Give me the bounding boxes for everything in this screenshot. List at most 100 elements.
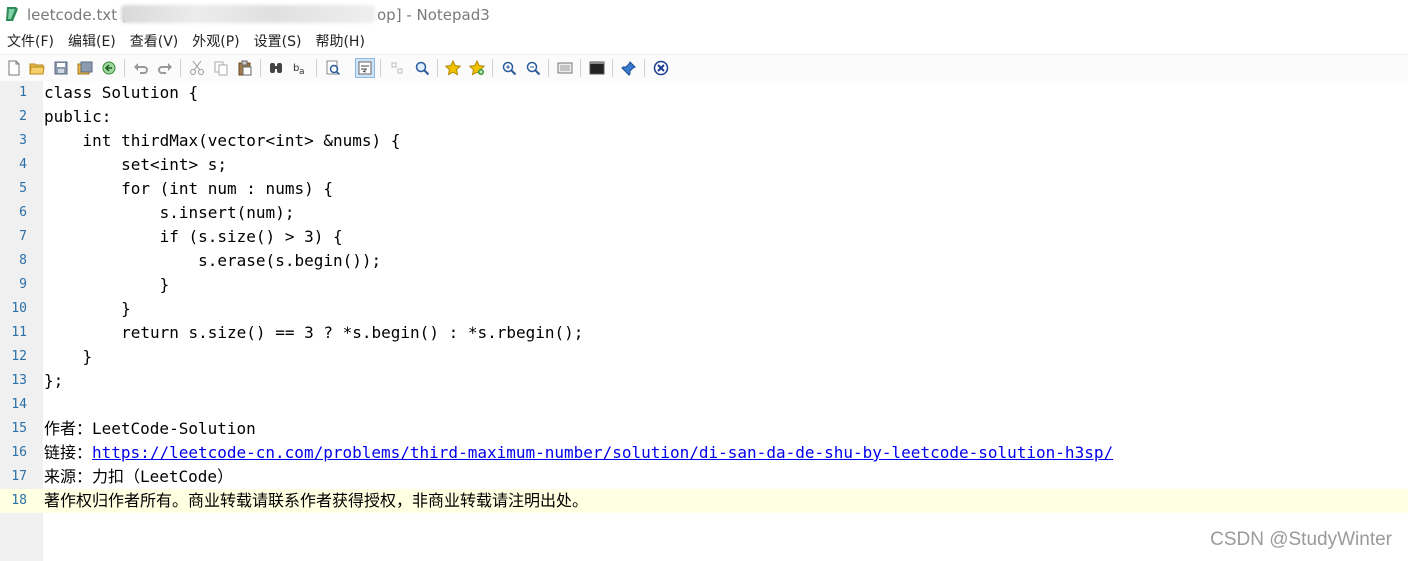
line-text: int thirdMax(vector<int> &nums) { [44, 131, 401, 150]
line-number: 7 [19, 229, 27, 244]
save-icon[interactable] [51, 58, 71, 78]
notepad3-app-icon [6, 7, 18, 21]
zoom-find-icon[interactable] [412, 58, 432, 78]
code-line: 14 [0, 393, 1408, 417]
line-text: s.erase(s.begin()); [44, 251, 382, 270]
line-text: }; [44, 371, 64, 390]
menu-settings[interactable]: 设置(S) [247, 31, 309, 53]
line-text: 来源：力扣（LeetCode） [44, 467, 234, 486]
redo-icon[interactable] [155, 58, 175, 78]
toolbar-separator [437, 59, 438, 77]
line-text: } [44, 347, 93, 366]
window-title-left: leetcode.txt [ [27, 6, 128, 24]
goto-icon[interactable] [323, 58, 343, 78]
line-text: s.insert(num); [44, 203, 295, 222]
save-all-icon[interactable] [75, 58, 95, 78]
menu-help[interactable]: 帮助(H) [308, 31, 371, 53]
revert-icon[interactable] [99, 58, 119, 78]
line-number: 1 [19, 85, 27, 100]
toolbar-separator [492, 59, 493, 77]
line-number: 16 [11, 445, 27, 460]
code-line: 16 链接：https://leetcode-cn.com/problems/t… [0, 441, 1408, 465]
menu-file[interactable]: 文件(F) [0, 31, 61, 53]
code-line: 8 s.erase(s.begin()); [0, 249, 1408, 273]
paste-icon[interactable] [235, 58, 255, 78]
line-text: public: [44, 107, 112, 126]
toolbar: ba [0, 54, 1408, 82]
code-line: 6 s.insert(num); [0, 201, 1408, 225]
window-title-right: op] - Notepad3 [377, 6, 490, 24]
line-number: 4 [19, 157, 27, 172]
line-number: 2 [19, 109, 27, 124]
solution-link[interactable]: https://leetcode-cn.com/problems/third-m… [92, 443, 1113, 462]
replace-icon[interactable]: ba [290, 58, 310, 78]
toolbar-separator [180, 59, 181, 77]
toolbar-separator [580, 59, 581, 77]
menu-view[interactable]: 查看(V) [123, 31, 186, 53]
line-text: 作者：LeetCode-Solution [44, 419, 256, 438]
menu-bar: 文件(F) 编辑(E) 查看(V) 外观(P) 设置(S) 帮助(H) [0, 30, 1408, 54]
toolbar-separator [124, 59, 125, 77]
menu-appearance[interactable]: 外观(P) [185, 31, 246, 53]
line-number: 18 [11, 493, 27, 508]
word-wrap-icon[interactable] [355, 58, 375, 78]
menu-edit[interactable]: 编辑(E) [61, 31, 123, 53]
code-line: 15 作者：LeetCode-Solution [0, 417, 1408, 441]
editor-area[interactable]: 1 class Solution { 2 public: 3 int third… [0, 81, 1408, 561]
view-icon[interactable] [555, 58, 575, 78]
line-text: class Solution { [44, 83, 199, 102]
zoom-in-icon[interactable] [499, 58, 519, 78]
line-text: for (int num : nums) { [44, 179, 333, 198]
code-line: 2 public: [0, 105, 1408, 129]
favorite-icon[interactable] [443, 58, 463, 78]
line-number: 13 [11, 373, 27, 388]
pin-icon[interactable] [619, 58, 639, 78]
line-number: 17 [11, 469, 27, 484]
cut-icon[interactable] [187, 58, 207, 78]
line-text: } [44, 275, 170, 294]
line-text: 著作权归作者所有。商业转载请联系作者获得授权，非商业转载请注明出处。 [44, 491, 589, 510]
redacted-path [121, 5, 375, 23]
line-number: 9 [19, 277, 27, 292]
code-line: 4 set<int> s; [0, 153, 1408, 177]
line-text: } [44, 299, 131, 318]
toolbar-separator [548, 59, 549, 77]
toolbar-separator [260, 59, 261, 77]
line-number: 3 [19, 133, 27, 148]
line-number: 12 [11, 349, 27, 364]
toolbar-separator [644, 59, 645, 77]
line-text: if (s.size() > 3) { [44, 227, 343, 246]
undo-icon[interactable] [131, 58, 151, 78]
code-line: 1 class Solution { [0, 81, 1408, 105]
console-icon[interactable] [587, 58, 607, 78]
svg-text:a: a [299, 67, 305, 76]
toolbar-separator [380, 59, 381, 77]
current-line: 18 著作权归作者所有。商业转载请联系作者获得授权，非商业转载请注明出处。 [0, 489, 1408, 513]
line-number: 8 [19, 253, 27, 268]
line-number: 11 [11, 325, 27, 340]
select-icon[interactable] [387, 58, 407, 78]
close-doc-icon[interactable] [651, 58, 671, 78]
code-line: 12 } [0, 345, 1408, 369]
title-bar: leetcode.txt [ op] - Notepad3 [0, 0, 1408, 30]
toolbar-separator [316, 59, 317, 77]
code-line: 10 } [0, 297, 1408, 321]
add-favorite-icon[interactable] [467, 58, 487, 78]
open-folder-icon[interactable] [27, 58, 47, 78]
line-number: 6 [19, 205, 27, 220]
toolbar-separator [612, 59, 613, 77]
find-icon[interactable] [266, 58, 286, 78]
code-line: 9 } [0, 273, 1408, 297]
zoom-out-icon[interactable] [523, 58, 543, 78]
code-line: 3 int thirdMax(vector<int> &nums) { [0, 129, 1408, 153]
line-text-link: 链接：https://leetcode-cn.com/problems/thir… [44, 442, 1113, 464]
line-text: return s.size() == 3 ? *s.begin() : *s.r… [44, 323, 584, 342]
code-line: 17 来源：力扣（LeetCode） [0, 465, 1408, 489]
new-file-icon[interactable] [4, 58, 24, 78]
line-text: set<int> s; [44, 155, 228, 174]
line-number: 15 [11, 421, 27, 436]
line-number: 10 [11, 301, 27, 316]
code-line: 5 for (int num : nums) { [0, 177, 1408, 201]
watermark: CSDN @StudyWinter [1210, 529, 1392, 550]
copy-icon[interactable] [211, 58, 231, 78]
